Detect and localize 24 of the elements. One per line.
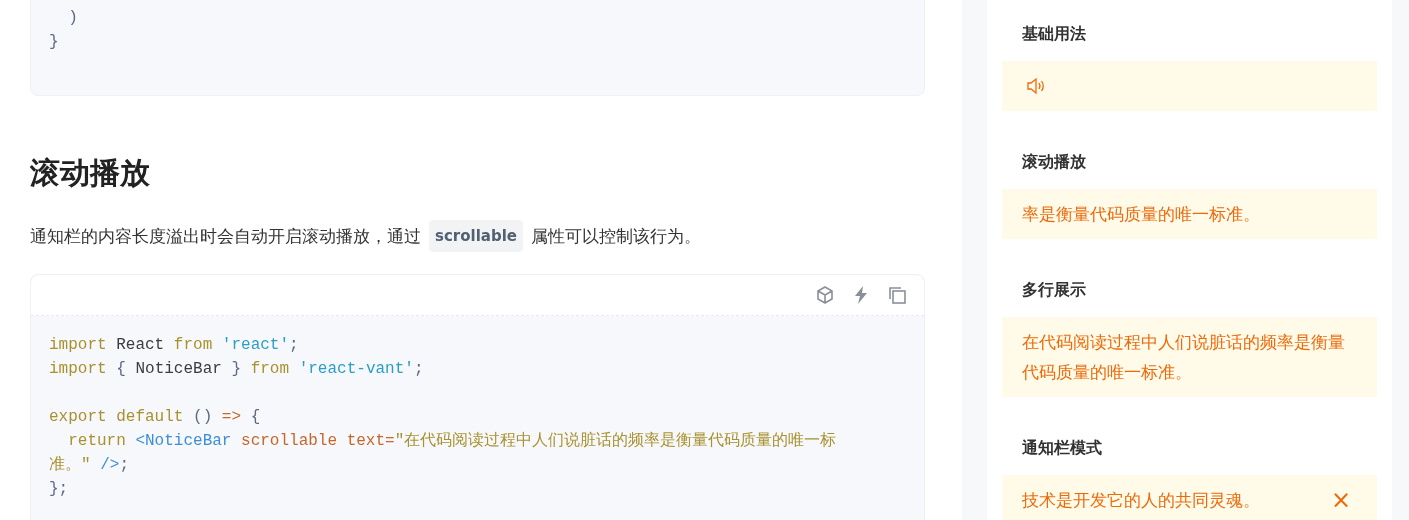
code-line: export default () => { — [49, 407, 261, 428]
section-heading: 滚动播放 — [30, 154, 150, 192]
demo-heading: 基础用法 — [1021, 23, 1086, 45]
description-text: 通知栏的内容长度溢出时会自动开启滚动播放，通过 — [30, 225, 421, 248]
code-line: } — [49, 32, 59, 53]
inline-code: scrollable — [429, 220, 523, 252]
notice-text: 率是衡量代码质量的唯一标准。 — [1022, 202, 1260, 226]
demo-heading: 多行展示 — [1021, 279, 1086, 301]
code-line: ) — [67, 8, 78, 29]
demo-heading: 通知栏模式 — [1021, 437, 1102, 459]
lightning-icon[interactable] — [853, 285, 869, 305]
speaker-icon — [1026, 77, 1046, 95]
code-line: import React from 'react'; — [49, 335, 299, 356]
code-line: }; — [49, 479, 69, 500]
notice-text: 在代码阅读过程中人们说脏话的频率是衡量代码质量的唯一标准。 — [1022, 331, 1346, 384]
description-text: 属性可以控制该行为。 — [531, 225, 701, 248]
code-line: 准。" />; — [49, 455, 130, 476]
code-line: return <NoticeBar scrollable text="在代码阅读过程中人们说脏话的频率是衡量代码质量的唯一标 — [67, 430, 837, 452]
demo-heading: 滚动播放 — [1021, 151, 1086, 173]
code-line: import { NoticeBar } from 'react-vant'; — [49, 359, 424, 380]
cube-icon[interactable] — [815, 285, 835, 305]
notice-text: 技术是开发它的人的共同灵魂。 — [1022, 488, 1260, 512]
close-button[interactable]: × — [1320, 488, 1361, 512]
copy-icon[interactable] — [887, 285, 907, 305]
